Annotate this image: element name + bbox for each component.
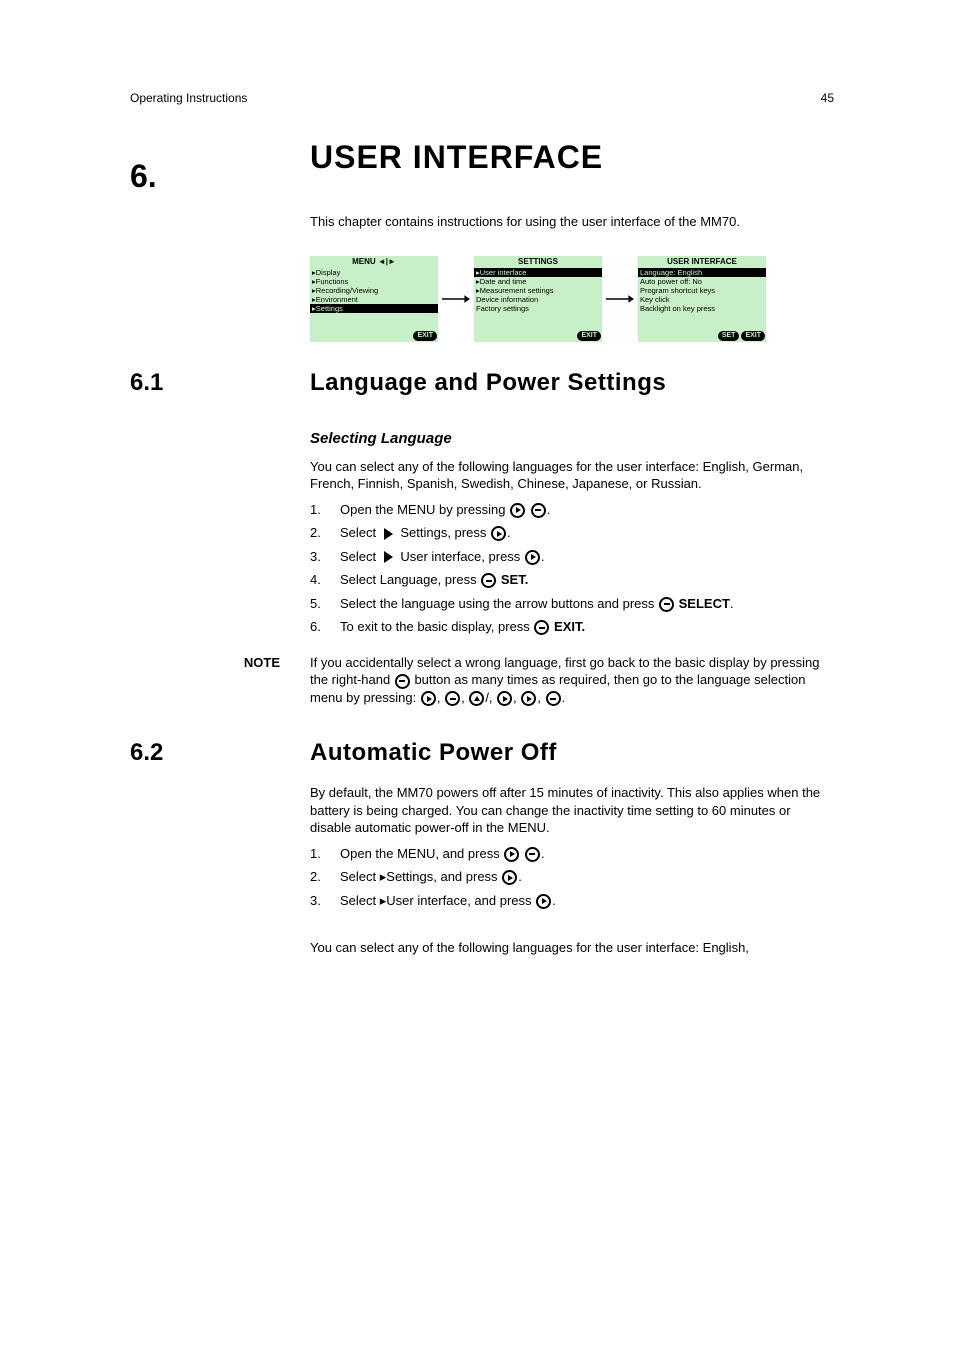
doc-title: Operating Instructions — [130, 90, 247, 106]
center-button-icon — [659, 597, 674, 612]
page-number: 45 — [821, 90, 834, 106]
note-label: NOTE — [130, 654, 310, 707]
right-arrow-icon — [525, 550, 540, 565]
arrow-icon — [442, 294, 470, 304]
section-title: Language and Power Settings — [310, 367, 666, 399]
center-button-icon — [531, 503, 546, 518]
apo-step-3: 3. Select ▸User interface, and press . — [310, 892, 834, 910]
center-button-icon — [525, 847, 540, 862]
triangle-icon — [384, 551, 393, 563]
step-5: 5. Select the language using the arrow b… — [310, 595, 834, 613]
subsection-heading: Selecting Language — [310, 429, 834, 449]
right-arrow-icon — [421, 691, 436, 706]
section-number: 6.2 — [130, 739, 163, 766]
arrow-icon — [606, 294, 634, 304]
right-arrow-icon — [510, 503, 525, 518]
step-3: 3. Select User interface, press . — [310, 548, 834, 566]
chapter-number: 6. — [130, 155, 230, 198]
center-button-icon — [534, 620, 549, 635]
lcd-user-interface: USER INTERFACE Language: English Auto po… — [638, 256, 766, 342]
right-arrow-icon — [504, 847, 519, 862]
apo-step-2: 2. Select ▸Settings, and press . — [310, 868, 834, 886]
right-arrow-icon — [502, 870, 517, 885]
center-button-icon — [445, 691, 460, 706]
chapter-title: USER INTERFACE — [310, 136, 603, 179]
step-2: 2. Select Settings, press . — [310, 524, 834, 542]
right-arrow-icon — [536, 894, 551, 909]
lcd-settings: SETTINGS ▸User interface ▸Date and time … — [474, 256, 602, 342]
up-arrow-icon — [469, 691, 484, 706]
apo-intro: By default, the MM70 powers off after 15… — [310, 784, 834, 837]
step-1: 1. Open the MENU by pressing . — [310, 501, 834, 519]
lang-intro: You can select any of the following lang… — [310, 458, 834, 493]
center-button-icon — [481, 573, 496, 588]
section-number: 6.1 — [130, 369, 163, 396]
apo-step-1: 1. Open the MENU, and press . — [310, 845, 834, 863]
right-arrow-icon — [521, 691, 536, 706]
center-button-icon — [395, 674, 410, 689]
footer-stray-text: You can select any of the following lang… — [310, 939, 834, 957]
step-6: 6. To exit to the basic display, press E… — [310, 618, 834, 636]
section-title: Automatic Power Off — [310, 737, 557, 769]
lcd-menu: MENU ◄|► ▸Display ▸Functions ▸Recording/… — [310, 256, 438, 342]
right-arrow-icon — [491, 526, 506, 541]
step-4: 4. Select Language, press SET. — [310, 571, 834, 589]
right-arrow-icon — [497, 691, 512, 706]
intro-text: This chapter contains instructions for u… — [310, 213, 834, 231]
center-button-icon — [546, 691, 561, 706]
note-text: If you accidentally select a wrong langu… — [310, 654, 834, 707]
triangle-icon — [384, 528, 393, 540]
nav-path-screens: MENU ◄|► ▸Display ▸Functions ▸Recording/… — [310, 256, 834, 342]
